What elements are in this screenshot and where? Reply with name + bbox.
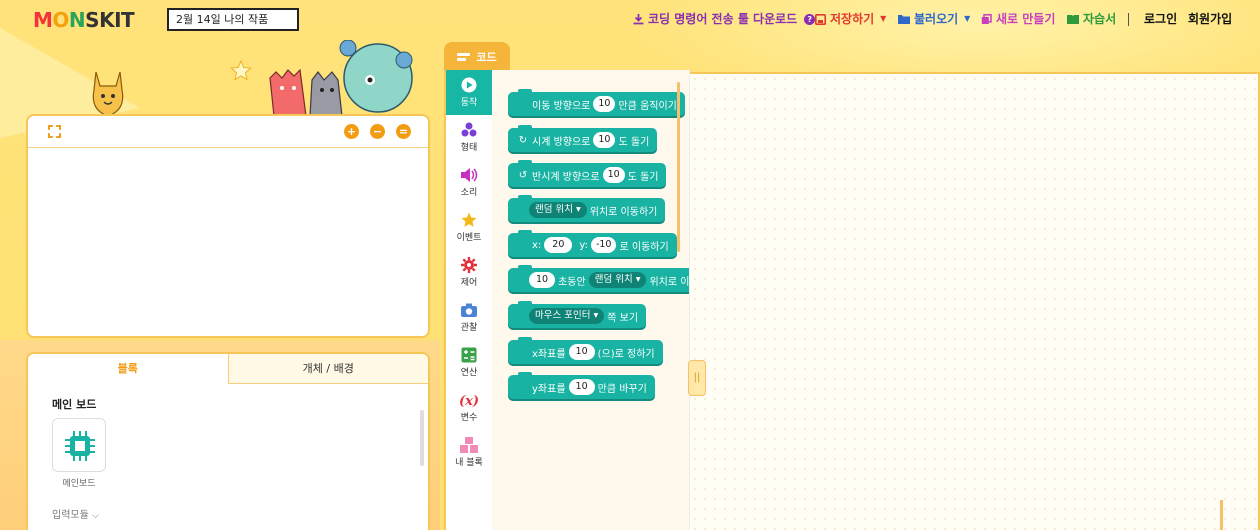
chevron-down-icon: ▼ — [880, 14, 887, 23]
new-label: 새로 만들기 — [996, 12, 1056, 26]
block-set-x[interactable]: x좌표를 10 (으)로 정하기 — [508, 337, 663, 364]
category-events[interactable]: 이벤트 — [446, 205, 492, 250]
block-point-towards[interactable]: 마우스 포인터 ▾ 쪽 보기 — [508, 301, 647, 328]
star-icon — [461, 212, 477, 227]
tab-blocks[interactable]: 블록 — [28, 354, 229, 384]
download-tool-link[interactable]: 코딩 명령어 전송 툴 다운로드 ? — [633, 9, 816, 29]
speaker-icon — [461, 168, 478, 182]
scrollbar[interactable] — [420, 410, 424, 466]
block-input[interactable]: 10 — [593, 132, 616, 148]
shapes-icon — [461, 122, 477, 137]
block-palette: 이동 방향으로 10 만큼 움직이기 ↻ 시계 방향으로 10 도 돌기 ↺ 반시계 방향으… — [492, 70, 690, 530]
load-menu[interactable]: 불러오기 ▼ — [898, 9, 970, 29]
block-input[interactable]: 10 — [529, 272, 556, 288]
scrollbar[interactable] — [677, 82, 680, 252]
block-input[interactable]: 10 — [602, 167, 625, 183]
signup-link[interactable]: 회원가입 — [1188, 9, 1232, 29]
save-icon — [815, 13, 826, 25]
new-project-button[interactable]: 새로 만들기 — [981, 9, 1055, 29]
main-board-title: 메인 보드 — [52, 398, 97, 411]
mascot-yellow-icon — [92, 71, 124, 117]
zoom-out-button[interactable]: − — [370, 124, 385, 139]
stage-panel: + − = — [26, 114, 430, 338]
variable-icon: (x) — [459, 394, 479, 408]
block-dropdown[interactable]: 랜덤 위치 ▾ — [529, 202, 587, 218]
blocks-icon — [460, 437, 478, 453]
code-icon — [457, 52, 471, 61]
save-menu[interactable]: 저장하기 ▼ — [815, 9, 886, 29]
project-title-input[interactable]: 2월 14일 나의 작품 — [167, 8, 299, 31]
download-label: 코딩 명령어 전송 툴 다운로드 — [648, 12, 798, 26]
block-dropdown[interactable]: 마우스 포인터 ▾ — [529, 308, 605, 324]
svg-text:(x): (x) — [459, 394, 479, 408]
block-change-y[interactable]: y좌표를 10 만큼 바꾸기 — [508, 372, 655, 399]
main-board-label: 메인보드 — [62, 479, 96, 489]
star-icon — [230, 60, 252, 81]
category-sound[interactable]: 소리 — [446, 160, 492, 205]
block-input[interactable]: 10 — [593, 96, 616, 112]
download-icon — [633, 13, 644, 24]
main-board-card[interactable] — [52, 418, 106, 472]
login-link[interactable]: 로그인 — [1144, 9, 1177, 29]
tutorial-label: 자습서 — [1083, 12, 1117, 26]
tutorial-button[interactable]: 자습서 — [1067, 9, 1116, 29]
mascot-group-icon — [269, 40, 413, 117]
menu-separator — [1128, 9, 1129, 29]
block-turn-cw[interactable]: ↻ 시계 방향으로 10 도 돌기 — [508, 125, 658, 152]
block-turn-ccw[interactable]: ↺ 반시계 방향으로 10 도 돌기 — [508, 160, 667, 187]
block-category-list: 동작 형태 소리 이벤트 제어 관찰 연산 (x) 변수 내 블록 — [444, 70, 492, 530]
palette-resize-handle[interactable]: || — [688, 360, 706, 396]
block-input[interactable]: -10 — [590, 237, 617, 253]
category-operators[interactable]: 연산 — [446, 340, 492, 385]
chevron-down-icon: ▼ — [964, 14, 971, 23]
stage-canvas[interactable] — [28, 149, 428, 336]
category-looks[interactable]: 형태 — [446, 115, 492, 160]
objects-panel: 블록 개체 / 배경 메인 보드 메인보드 입력모듈 ⌵ — [26, 352, 430, 530]
block-input[interactable]: 10 — [568, 344, 595, 360]
zoom-in-button[interactable]: + — [344, 124, 359, 139]
stage-toolbar: + − = — [28, 116, 428, 148]
block-goto-position[interactable]: 랜덤 위치 ▾ 위치로 이동하기 — [508, 195, 666, 222]
rotate-cw-icon: ↻ — [518, 134, 528, 146]
category-sensing[interactable]: 관찰 — [446, 295, 492, 340]
input-modules-dropdown[interactable]: 입력모듈 ⌵ — [52, 506, 99, 521]
help-icon[interactable]: ? — [804, 13, 816, 25]
block-input[interactable]: 10 — [568, 379, 595, 395]
block-input[interactable]: 20 — [544, 237, 573, 253]
tab-objects-background[interactable]: 개체 / 배경 — [228, 354, 428, 384]
zoom-reset-button[interactable]: = — [396, 124, 411, 139]
load-label: 불러오기 — [914, 12, 959, 26]
block-move-steps[interactable]: 이동 방향으로 10 만큼 움직이기 — [508, 89, 685, 116]
chevron-down-icon: ⌵ — [92, 511, 99, 521]
scrollbar[interactable] — [1220, 500, 1223, 530]
camera-icon — [461, 303, 477, 317]
chip-icon — [65, 431, 95, 461]
category-control[interactable]: 제어 — [446, 250, 492, 295]
fullscreen-icon[interactable] — [48, 125, 61, 138]
gear-icon — [461, 257, 477, 273]
category-motion[interactable]: 동작 — [446, 70, 492, 115]
code-workspace[interactable] — [690, 72, 1260, 530]
app-logo[interactable]: MONSKIT — [33, 8, 135, 32]
category-my-blocks[interactable]: 내 블록 — [446, 430, 492, 475]
book-icon — [1067, 15, 1079, 24]
block-goto-xy[interactable]: x: 20 y: -10 로 이동하기 — [508, 230, 677, 257]
play-icon — [461, 77, 477, 93]
block-glide-position[interactable]: 10초동안랜덤 위치 ▾위치로 이동 — [508, 265, 689, 292]
block-dropdown[interactable]: 랜덤 위치 ▾ — [588, 272, 647, 288]
rotate-ccw-icon: ↺ — [518, 169, 528, 181]
folder-icon — [898, 15, 910, 24]
category-variables[interactable]: (x) 변수 — [446, 385, 492, 430]
save-label: 저장하기 — [830, 12, 875, 26]
calculator-icon — [461, 347, 477, 363]
tab-code[interactable]: 코드 — [444, 42, 510, 72]
copy-icon — [981, 13, 992, 24]
